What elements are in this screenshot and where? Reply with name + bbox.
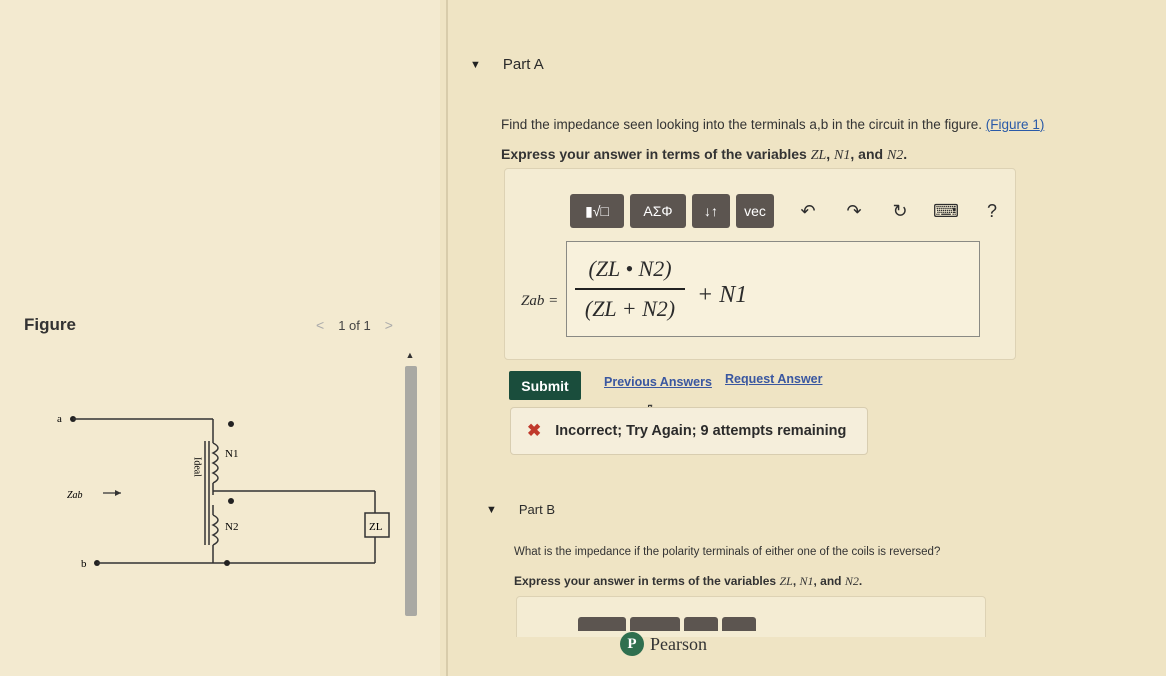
undo-icon[interactable]: ↶ [796, 199, 820, 223]
fraction-bar [575, 288, 685, 290]
var-n1: N1 [799, 574, 814, 588]
coil-n1-label: N1 [225, 448, 238, 460]
instruction-and: and [858, 146, 884, 162]
core-ideal-label: Ideal [192, 457, 203, 477]
keyboard-icon[interactable]: ⌨ [933, 199, 959, 223]
secondary-coil [211, 514, 219, 546]
part-b-greek-button[interactable] [630, 617, 680, 631]
pearson-name: Pearson [650, 633, 707, 654]
answer-tail: + N1 [697, 282, 748, 308]
vector-button[interactable]: vec [736, 194, 774, 228]
reset-icon[interactable]: ↻ [888, 199, 912, 223]
answer-input-field[interactable]: (ZL • N2) (ZL + N2) + N1 [566, 241, 980, 337]
primary-coil [211, 442, 219, 484]
request-answer-link[interactable]: Request Answer [725, 372, 822, 386]
part-a-instruction: Express your answer in terms of the vari… [501, 146, 908, 163]
collapse-caret-icon: ▼ [486, 503, 497, 516]
scrollbar-thumb[interactable] [405, 366, 417, 616]
templates-button[interactable]: ▮√□ [570, 194, 624, 228]
instruction-text: Express your answer in terms of the vari… [501, 146, 807, 162]
part-a-question: Find the impedance seen looking into the… [501, 117, 1044, 132]
part-a-header[interactable]: ▼ Part A [470, 56, 544, 73]
answer-fraction: (ZL • N2) (ZL + N2) [575, 256, 685, 322]
var-zl: ZL [779, 574, 793, 588]
instruction-and: and [820, 574, 842, 588]
coil-n2-label: N2 [225, 521, 238, 533]
collapse-caret-icon: ▼ [470, 58, 481, 71]
var-n1: N1 [834, 148, 851, 163]
part-b-question: What is the impedance if the polarity te… [514, 546, 941, 558]
instruction-text: Express your answer in terms of the vari… [514, 574, 777, 588]
feedback-message: Incorrect; Try Again; 9 attempts remaini… [555, 423, 847, 439]
pearson-brand: P Pearson [620, 632, 707, 656]
zab-label: Zab [67, 490, 83, 501]
next-figure-button[interactable]: > [385, 317, 393, 333]
greek-symbols-button[interactable]: ΑΣΦ [630, 194, 686, 228]
terminal-b-label: b [81, 558, 87, 570]
part-b-title: Part B [518, 502, 556, 517]
incorrect-x-icon: ✖ [527, 421, 542, 440]
submit-button[interactable]: Submit [509, 371, 581, 400]
panel-divider [446, 0, 448, 676]
part-a-question-text: Find the impedance seen looking into the… [501, 117, 983, 132]
part-b-arrows-button[interactable] [684, 617, 718, 631]
scroll-up-arrow-icon[interactable]: ▲ [404, 350, 416, 362]
figure-page-indicator: 1 of 1 [338, 317, 371, 333]
part-b-templates-button[interactable] [578, 617, 626, 631]
redo-icon[interactable]: ↷ [842, 199, 866, 223]
part-b-header[interactable]: ▼ Part B [486, 502, 555, 517]
part-b-vec-button[interactable] [722, 617, 756, 631]
answer-denominator: (ZL + N2) [584, 295, 676, 321]
figure-scrollbar[interactable]: ▲ [404, 350, 417, 620]
pearson-logo-icon: P [620, 632, 644, 656]
junction-dot [224, 560, 230, 566]
help-icon[interactable]: ? [980, 199, 1004, 223]
math-toolbar: ▮√□ ΑΣΦ ↓↑ vec ↶ ↷ ↻ ⌨ ? [570, 194, 1004, 228]
answer-numerator: (ZL • N2) [588, 256, 672, 281]
part-b-instruction: Express your answer in terms of the vari… [514, 574, 863, 588]
polarity-dot-1 [228, 421, 234, 427]
answer-lhs-label: Zab = [521, 293, 559, 309]
figure-title: Figure [24, 315, 76, 334]
previous-answers-link[interactable]: Previous Answers [604, 375, 712, 389]
feedback-box: ✖ Incorrect; Try Again; 9 attempts remai… [510, 407, 868, 455]
var-n2: N2 [886, 148, 904, 163]
subscript-superscript-button[interactable]: ↓↑ [692, 194, 730, 228]
transformer-circuit-diagram: a N1 Ideal Zab ZL N2 b [57, 413, 390, 570]
var-n2: N2 [844, 574, 859, 588]
part-a-title: Part A [502, 56, 544, 73]
prev-figure-button[interactable]: < [316, 317, 324, 333]
load-zl-label: ZL [369, 521, 383, 533]
polarity-dot-2 [228, 498, 234, 504]
figure-pager: < 1 of 1 > [316, 317, 393, 333]
figure-link-text: Figure 1 [990, 117, 1040, 132]
figure-1-link[interactable]: (Figure 1) [986, 117, 1045, 132]
var-zl: ZL [810, 148, 827, 163]
part-b-math-toolbar [578, 617, 756, 631]
terminal-a-label: a [57, 413, 62, 425]
